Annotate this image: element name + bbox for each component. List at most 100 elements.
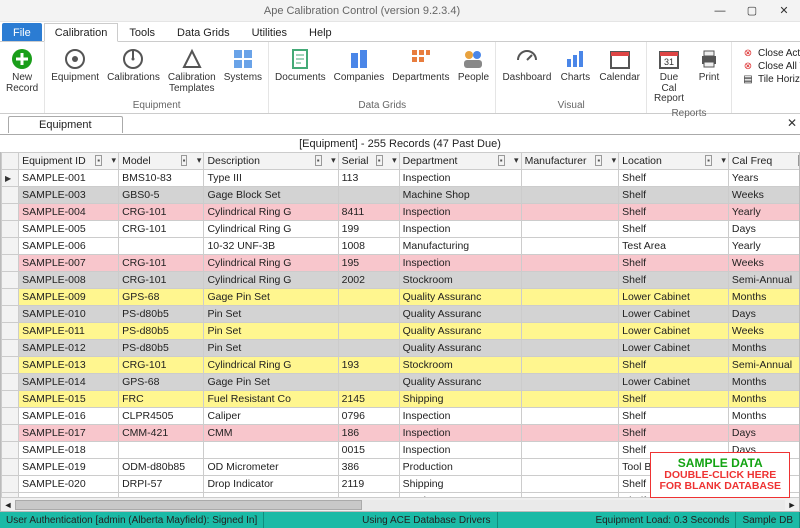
tab-utilities[interactable]: Utilities bbox=[241, 23, 298, 41]
cell[interactable]: BMS10-83 bbox=[119, 170, 204, 187]
cell[interactable]: SAMPLE-003 bbox=[19, 187, 119, 204]
cell[interactable]: Inspection bbox=[399, 255, 521, 272]
cell[interactable] bbox=[521, 272, 619, 289]
table-row[interactable]: SAMPLE-008CRG-101Cylindrical Ring G2002S… bbox=[2, 272, 800, 289]
cell[interactable]: 186 bbox=[338, 425, 399, 442]
row-header[interactable] bbox=[2, 306, 19, 323]
cell[interactable]: CLPR4505 bbox=[119, 408, 204, 425]
cell[interactable]: CMM-421 bbox=[119, 425, 204, 442]
cell[interactable]: Cylindrical Ring G bbox=[204, 204, 338, 221]
cell[interactable]: Weeks bbox=[728, 323, 800, 340]
cell[interactable]: CRG-101 bbox=[119, 272, 204, 289]
row-header[interactable] bbox=[2, 323, 19, 340]
cell[interactable] bbox=[521, 357, 619, 374]
cell[interactable]: Pin Set bbox=[204, 340, 338, 357]
cell[interactable]: Semi-Annual bbox=[728, 357, 800, 374]
cell[interactable]: CRG-101 bbox=[119, 357, 204, 374]
cell[interactable]: Shelf bbox=[619, 255, 729, 272]
cell[interactable]: 195 bbox=[338, 255, 399, 272]
table-row[interactable]: SAMPLE-009GPS-68Gage Pin SetQuality Assu… bbox=[2, 289, 800, 306]
cell[interactable]: Quality Assuranc bbox=[399, 340, 521, 357]
cell[interactable] bbox=[521, 408, 619, 425]
cell[interactable]: 0796 bbox=[338, 408, 399, 425]
tab-help[interactable]: Help bbox=[298, 23, 343, 41]
cell[interactable]: Quality Assuranc bbox=[399, 323, 521, 340]
cell[interactable] bbox=[119, 238, 204, 255]
cell[interactable]: Days bbox=[728, 306, 800, 323]
tab-calibration[interactable]: Calibration bbox=[44, 23, 119, 42]
row-header[interactable] bbox=[2, 187, 19, 204]
subtab-close-icon[interactable]: ✕ bbox=[787, 116, 797, 130]
cell[interactable]: Inspection bbox=[399, 204, 521, 221]
cell[interactable]: PS-d80b5 bbox=[119, 323, 204, 340]
cell[interactable]: Cylindrical Ring G bbox=[204, 272, 338, 289]
cell[interactable]: Quality Assuranc bbox=[399, 306, 521, 323]
table-row[interactable]: SAMPLE-017CMM-421CMM186InspectionShelfDa… bbox=[2, 425, 800, 442]
cell[interactable]: CRG-101 bbox=[119, 221, 204, 238]
table-row[interactable]: SAMPLE-015FRCFuel Resistant Co2145Shippi… bbox=[2, 391, 800, 408]
cell[interactable] bbox=[338, 187, 399, 204]
cell[interactable]: 2119 bbox=[338, 476, 399, 493]
cell[interactable]: Cylindrical Ring G bbox=[204, 357, 338, 374]
cell[interactable] bbox=[521, 238, 619, 255]
cell[interactable] bbox=[119, 442, 204, 459]
maximize-button[interactable]: ▢ bbox=[736, 0, 768, 22]
cell[interactable]: Shelf bbox=[619, 170, 729, 187]
cell[interactable]: SAMPLE-011 bbox=[19, 323, 119, 340]
dropdown-icon[interactable]: ▾ bbox=[721, 155, 726, 166]
cell[interactable]: Months bbox=[728, 289, 800, 306]
cell[interactable]: Cylindrical Ring G bbox=[204, 221, 338, 238]
dropdown-icon[interactable]: ▾ bbox=[112, 155, 117, 166]
cell[interactable]: CRG-101 bbox=[119, 255, 204, 272]
cell[interactable]: Inspection bbox=[399, 170, 521, 187]
row-header[interactable] bbox=[2, 391, 19, 408]
cell[interactable]: Pin Set bbox=[204, 323, 338, 340]
cell[interactable] bbox=[338, 289, 399, 306]
table-row[interactable]: SAMPLE-011PS-d80b5Pin Set Quality Assuran… bbox=[2, 323, 800, 340]
table-row[interactable]: SAMPLE-012PS-d80b5Pin SetQuality Assuran… bbox=[2, 340, 800, 357]
charts-button[interactable]: Charts bbox=[555, 44, 595, 86]
cell[interactable]: Stockroom bbox=[399, 357, 521, 374]
table-row[interactable]: SAMPLE-004CRG-101Cylindrical Ring G8411I… bbox=[2, 204, 800, 221]
cell[interactable] bbox=[338, 323, 399, 340]
cell[interactable]: 193 bbox=[338, 357, 399, 374]
cell[interactable]: SAMPLE-009 bbox=[19, 289, 119, 306]
cell[interactable]: SAMPLE-005 bbox=[19, 221, 119, 238]
tab-tools[interactable]: Tools bbox=[118, 23, 166, 41]
table-row[interactable]: SAMPLE-016CLPR4505Caliper0796InspectionS… bbox=[2, 408, 800, 425]
column-header[interactable]: Location▪▾ bbox=[619, 153, 729, 170]
row-header[interactable] bbox=[2, 425, 19, 442]
filter-icon[interactable]: ▪ bbox=[498, 155, 505, 166]
cell[interactable]: PS-d80b5 bbox=[119, 306, 204, 323]
new-record-button[interactable]: New Record bbox=[2, 44, 42, 96]
cell[interactable]: Days bbox=[728, 425, 800, 442]
cell[interactable]: SAMPLE-020 bbox=[19, 476, 119, 493]
cell[interactable]: Inspection bbox=[399, 442, 521, 459]
cell[interactable]: Shelf bbox=[619, 408, 729, 425]
cell[interactable]: Lower Cabinet bbox=[619, 340, 729, 357]
cell[interactable]: Manufacturing bbox=[399, 238, 521, 255]
row-header[interactable] bbox=[2, 204, 19, 221]
cell[interactable]: CRG-101 bbox=[119, 204, 204, 221]
cell[interactable] bbox=[521, 442, 619, 459]
cell[interactable]: Fuel Resistant Co bbox=[204, 391, 338, 408]
tile-horizontal[interactable]: ▤Tile Horizontal bbox=[740, 73, 800, 85]
cell[interactable]: SAMPLE-014 bbox=[19, 374, 119, 391]
cell[interactable]: GPS-68 bbox=[119, 289, 204, 306]
filter-icon[interactable]: ▪ bbox=[315, 155, 322, 166]
tab-data-grids[interactable]: Data Grids bbox=[166, 23, 241, 41]
cell[interactable] bbox=[521, 204, 619, 221]
calibrations-button[interactable]: Calibrations bbox=[103, 44, 164, 86]
cell[interactable]: Months bbox=[728, 340, 800, 357]
cell[interactable] bbox=[521, 306, 619, 323]
equipment-button[interactable]: Equipment bbox=[47, 44, 103, 86]
row-header[interactable] bbox=[2, 170, 19, 187]
cell[interactable]: Type III bbox=[204, 170, 338, 187]
due-cal-report-button[interactable]: 31Due Cal Report bbox=[649, 44, 689, 107]
cell[interactable]: SAMPLE-006 bbox=[19, 238, 119, 255]
sample-data-banner[interactable]: SAMPLE DATA DOUBLE-CLICK HERE FOR BLANK … bbox=[650, 452, 790, 498]
cell[interactable]: Inspection bbox=[399, 221, 521, 238]
companies-button[interactable]: Companies bbox=[330, 44, 389, 86]
cell[interactable]: Shipping bbox=[399, 391, 521, 408]
close-active-window[interactable]: ⊗Close Active Window bbox=[740, 47, 800, 59]
